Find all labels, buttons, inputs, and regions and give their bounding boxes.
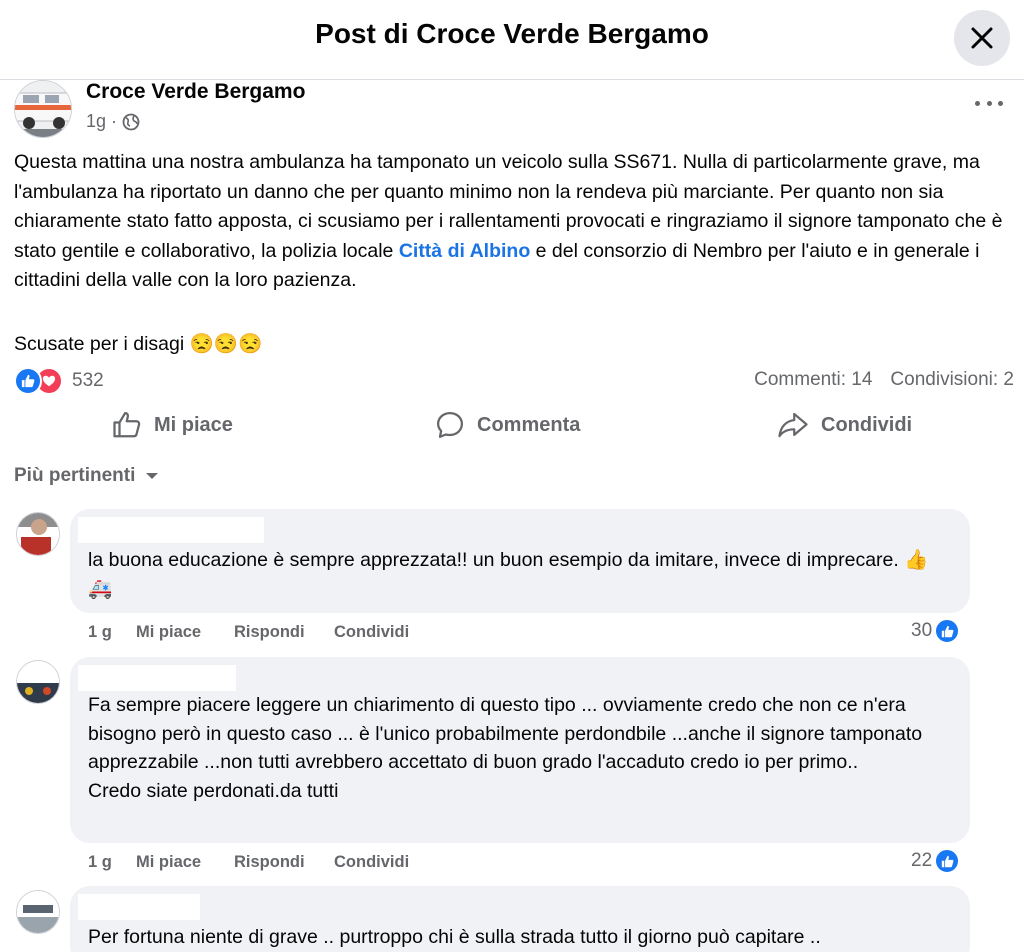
comment-likes[interactable]: 30	[911, 618, 961, 644]
comment-like-link[interactable]: Mi piace	[136, 853, 234, 872]
like-badge-icon	[934, 618, 961, 644]
reactions-count: 532	[72, 370, 104, 391]
comment-likes[interactable]: 22	[911, 848, 961, 874]
post-text: Questa mattina una nostra ambulanza ha t…	[14, 148, 1014, 296]
comment-text: la buona educazione è sempre apprezzata!…	[88, 549, 929, 600]
redacted-name	[78, 517, 264, 543]
page-link-citta-di-albino[interactable]: Città di Albino	[399, 240, 530, 262]
comment-avatar[interactable]	[16, 660, 60, 704]
redacted-name	[78, 894, 200, 920]
share-button-label: Condividi	[821, 413, 913, 436]
page-name[interactable]: Croce Verde Bergamo	[86, 80, 305, 104]
thumbs-up-icon	[113, 412, 141, 438]
comment-bubble: Fa sempre piacere leggere un chiarimento…	[70, 657, 970, 843]
comment-text: Per fortuna niente di grave .. purtroppo…	[88, 926, 821, 948]
caret-down-icon	[146, 473, 159, 479]
page-avatar[interactable]	[14, 80, 72, 138]
comment-meta: 1 g Mi piace Rispondi Condividi	[88, 853, 409, 872]
comment-like-link[interactable]: Mi piace	[136, 623, 234, 642]
comment-sort-label: Più pertinenti	[14, 465, 136, 486]
comment-share-link[interactable]: Condividi	[334, 853, 409, 872]
share-button[interactable]: Condividi	[777, 410, 912, 440]
comment-avatar[interactable]	[16, 512, 60, 556]
shares-count[interactable]: Condivisioni: 2	[890, 369, 1014, 391]
comment-avatar[interactable]	[16, 890, 60, 934]
more-options-icon[interactable]	[975, 95, 1003, 111]
comment-bubble-icon	[437, 412, 463, 438]
post-text-apology: Scusate per i disagi 😒😒😒	[14, 333, 263, 355]
close-icon	[971, 27, 993, 49]
comments-count[interactable]: Commenti: 14	[754, 369, 872, 391]
comment-meta: 1 g Mi piace Rispondi Condividi	[88, 623, 409, 642]
comment-share-link[interactable]: Condividi	[334, 623, 409, 642]
share-arrow-icon	[778, 412, 808, 438]
close-button[interactable]	[954, 10, 1010, 66]
comment-text: Fa sempre piacere leggere un chiarimento…	[88, 694, 923, 802]
comment-likes-count: 30	[911, 620, 933, 641]
dialog-header: Post di Croce Verde Bergamo	[0, 0, 1024, 80]
meta-dot: ·	[111, 111, 118, 131]
like-reaction-icon	[14, 367, 42, 395]
comment-bubble: Per fortuna niente di grave .. purtroppo…	[70, 886, 970, 952]
comment-reply-link[interactable]: Rispondi	[234, 623, 334, 642]
post-actions-bar: Mi piace Commenta Condividi	[0, 404, 1024, 450]
comment-sort-dropdown[interactable]: Più pertinenti	[14, 465, 159, 487]
comment-time[interactable]: 1 g	[88, 853, 136, 872]
comment-likes-count: 22	[911, 850, 933, 871]
comment-time[interactable]: 1 g	[88, 623, 136, 642]
post-meta: 1g ·	[86, 111, 140, 132]
post-counts: Commenti: 14 Condivisioni: 2	[754, 369, 1014, 391]
post-time[interactable]: 1g	[86, 111, 106, 132]
redacted-name	[78, 665, 236, 691]
reactions-summary[interactable]: 532	[14, 366, 104, 396]
like-button[interactable]: Mi piace	[112, 410, 233, 440]
comment-bubble: la buona educazione è sempre apprezzata!…	[70, 509, 970, 613]
like-badge-icon	[934, 848, 961, 874]
dialog-title: Post di Croce Verde Bergamo	[315, 18, 709, 49]
comment-reply-link[interactable]: Rispondi	[234, 853, 334, 872]
globe-icon	[122, 113, 140, 130]
comment-button-label: Commenta	[477, 413, 581, 436]
comment-button[interactable]: Commenta	[435, 410, 580, 440]
like-button-label: Mi piace	[154, 413, 233, 436]
